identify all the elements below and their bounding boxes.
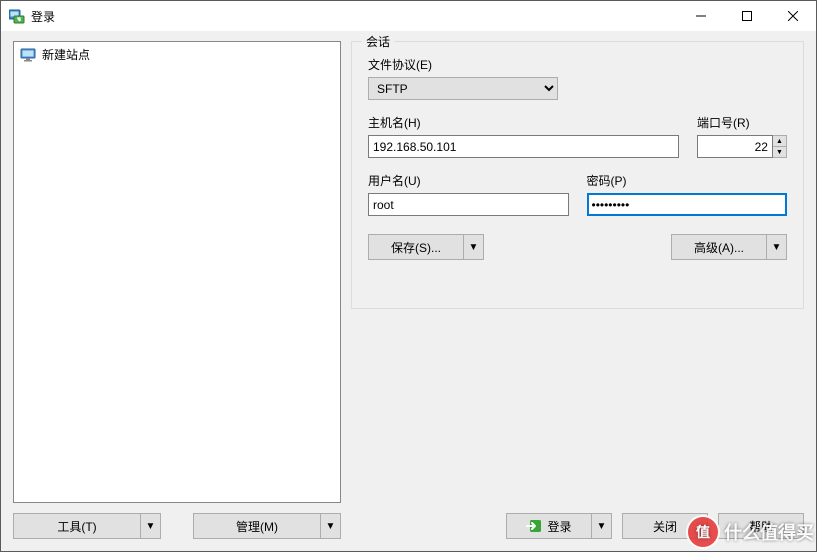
login-icon (526, 519, 542, 533)
tools-split-button[interactable]: 工具(T) ▼ (13, 513, 161, 539)
password-input[interactable] (587, 193, 788, 216)
manage-label: 管理(M) (236, 518, 278, 535)
session-legend: 会话 (362, 33, 394, 50)
content-area: 新建站点 工具(T) ▼ 管理(M) ▼ 会话 文件协议(E) SFTP (1, 31, 816, 551)
chevron-down-icon[interactable]: ▼ (464, 234, 484, 260)
login-split-button[interactable]: 登录 ▼ (506, 513, 612, 539)
spin-up-icon[interactable]: ▲ (773, 135, 787, 146)
port-input[interactable] (697, 135, 773, 158)
close-label: 关闭 (653, 518, 677, 535)
chevron-down-icon[interactable]: ▼ (141, 513, 161, 539)
host-input[interactable] (368, 135, 679, 158)
user-input[interactable] (368, 193, 569, 216)
port-label: 端口号(R) (697, 114, 787, 131)
manage-split-button[interactable]: 管理(M) ▼ (193, 513, 341, 539)
port-stepper[interactable]: ▲ ▼ (697, 135, 787, 158)
window-title: 登录 (31, 8, 55, 25)
help-label: 帮助 (749, 518, 773, 535)
close-dialog-button[interactable]: 关闭 (622, 513, 708, 539)
left-column: 新建站点 工具(T) ▼ 管理(M) ▼ (13, 41, 341, 539)
protocol-label: 文件协议(E) (368, 56, 787, 73)
site-item-new[interactable]: 新建站点 (16, 44, 338, 65)
host-label: 主机名(H) (368, 114, 679, 131)
advanced-label: 高级(A)... (694, 239, 744, 256)
save-label: 保存(S)... (391, 239, 441, 256)
help-button[interactable]: 帮助 (718, 513, 804, 539)
tools-label: 工具(T) (57, 518, 96, 535)
chevron-down-icon[interactable]: ▼ (321, 513, 341, 539)
bottom-buttons: 登录 ▼ 关闭 帮助 (506, 513, 804, 539)
close-button[interactable] (770, 1, 816, 31)
maximize-button[interactable] (724, 1, 770, 31)
app-icon (9, 8, 25, 24)
login-label: 登录 (547, 518, 571, 535)
titlebar: 登录 (1, 1, 816, 31)
session-fieldset: 会话 文件协议(E) SFTP 主机名(H) 端口号(R) ▲ (351, 41, 804, 309)
monitor-icon (20, 48, 36, 62)
user-label: 用户名(U) (368, 172, 569, 189)
site-list[interactable]: 新建站点 (13, 41, 341, 503)
protocol-select[interactable]: SFTP (368, 77, 558, 100)
chevron-down-icon[interactable]: ▼ (592, 513, 612, 539)
chevron-down-icon[interactable]: ▼ (767, 234, 787, 260)
save-split-button[interactable]: 保存(S)... ▼ (368, 234, 484, 260)
minimize-button[interactable] (678, 1, 724, 31)
advanced-split-button[interactable]: 高级(A)... ▼ (671, 234, 787, 260)
right-column: 会话 文件协议(E) SFTP 主机名(H) 端口号(R) ▲ (351, 41, 804, 539)
password-label: 密码(P) (587, 172, 788, 189)
spin-down-icon[interactable]: ▼ (773, 146, 787, 158)
site-item-label: 新建站点 (42, 46, 90, 63)
